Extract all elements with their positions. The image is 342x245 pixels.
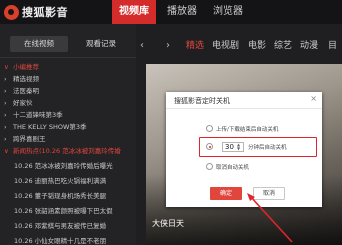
minutes-input[interactable]: 30 — [222, 142, 244, 152]
spinner-arrows-icon[interactable]: ▲ ▼ — [237, 143, 240, 151]
chevron-right-icon: › — [4, 75, 7, 83]
radio-cancel-shutdown[interactable] — [206, 163, 213, 170]
tree-label: 10.26 范冰冰被刘嘉玲传婚后曝光 — [14, 162, 113, 170]
tab-anime[interactable]: 动漫 — [300, 38, 318, 51]
tree-group-editor-picks[interactable]: ∨ 小编推荐 — [4, 61, 132, 73]
tab-video-library[interactable]: 视频库 — [112, 0, 156, 24]
tab-featured[interactable]: 精选 — [186, 38, 204, 51]
top-bar: 搜狐影音 视频库 播放器 浏览器 — [0, 0, 342, 24]
radio-after-transfer[interactable] — [206, 125, 213, 132]
tree-item[interactable]: › 法医秦明 — [4, 85, 132, 97]
tab-tv-series[interactable]: 电视剧 — [212, 38, 239, 51]
ok-button[interactable]: 确定 — [210, 187, 242, 200]
sidebar: 在线视频 观看记录 ∨ 小编推荐 › 精选视频 › 法医秦明 › 好家伙 › 十二道锋味第… — [0, 24, 136, 245]
sidebar-divider — [0, 57, 136, 58]
sohu-logo-icon — [4, 5, 19, 20]
dialog-title: 搜狐影音定时关机 — [174, 97, 230, 105]
tree-label: THE KELLY SHOW第3季 — [13, 123, 87, 131]
chevron-right-icon: › — [4, 111, 7, 119]
tree-label: 10.26 张韶涵素颜照被曝下巴太假 — [14, 207, 113, 215]
tree-item[interactable]: 10.26 小仙女眼精十几是不老朋 — [14, 235, 142, 245]
tab-browser[interactable]: 浏览器 — [206, 0, 250, 24]
tree-item[interactable]: 10.26 范冰冰被刘嘉玲传婚后曝光 — [14, 160, 142, 172]
option-cancel-shutdown-label: 取消自动关机 — [216, 165, 250, 171]
dialog-divider — [166, 108, 322, 109]
option-after-minutes-label: 分钟后自动关机 — [248, 145, 287, 151]
tree-label: 十二道锋味第3季 — [13, 111, 63, 119]
tree-label: 10.26 迪丽热巴吃火锅福利满满 — [14, 177, 107, 185]
tree-label: 10.26 董子韬现身机场秀长美腿 — [14, 192, 107, 200]
back-icon[interactable]: ‹ — [140, 40, 144, 51]
chevron-right-icon: › — [4, 135, 7, 143]
tab-movies[interactable]: 电影 — [248, 38, 266, 51]
app-title: 搜狐影音 — [22, 6, 68, 19]
tree-item[interactable]: 10.26 迪丽热巴吃火锅福利满满 — [14, 175, 142, 187]
banner-caption: 大侠日天 — [152, 219, 184, 228]
tree-group-news[interactable]: ∨ 新闻热点(10.26 范冰冰被刘嘉玲传婚 — [4, 145, 132, 157]
cancel-button[interactable]: 取消 — [253, 187, 285, 200]
chevron-right-icon: › — [4, 99, 7, 107]
tree-label: 小编推荐 — [13, 63, 39, 71]
shutdown-timer-dialog: 搜狐影音定时关机 × 上传/下载结束后自动关机 30 ▲ ▼ 分钟后自动关机 取消… — [166, 92, 322, 207]
tree-item[interactable]: 10.26 董子韬现身机场秀长美腿 — [14, 190, 142, 202]
tree-item[interactable]: 10.26 邓紫棋与男友被传已复婚 — [14, 220, 142, 232]
tab-player[interactable]: 播放器 — [160, 0, 204, 24]
tree-label: 跨界喜剧王 — [13, 135, 46, 143]
chevron-down-icon: ∨ — [4, 63, 9, 71]
tab-variety[interactable]: 综艺 — [274, 38, 292, 51]
close-icon[interactable]: × — [310, 94, 317, 103]
tree-label: 10.26 小仙女眼精十几是不老朋 — [14, 237, 107, 245]
tree-label: 法医秦明 — [13, 87, 39, 95]
tree-label: 好家伙 — [13, 99, 33, 107]
tree-item[interactable]: › 十二道锋味第3季 — [4, 109, 132, 121]
tree-item[interactable]: › 跨界喜剧王 — [4, 133, 132, 145]
tree-label: 新闻热点(10.26 范冰冰被刘嘉玲传婚 — [13, 147, 121, 155]
tab-more[interactable]: 目 — [328, 38, 337, 51]
radio-after-minutes[interactable] — [206, 143, 213, 150]
tree-item[interactable]: › 好家伙 — [4, 97, 132, 109]
online-video-button[interactable]: 在线视频 — [10, 36, 68, 52]
option-after-transfer-label: 上传/下载结束后自动关机 — [216, 127, 279, 133]
chevron-down-icon: ∨ — [4, 147, 9, 155]
forward-icon[interactable]: › — [166, 40, 170, 51]
tree-label: 精选视频 — [13, 75, 39, 83]
tree-item[interactable]: › 精选视频 — [4, 73, 132, 85]
watch-history-button[interactable]: 观看记录 — [72, 36, 130, 52]
tree-label: 10.26 邓紫棋与男友被传已复婚 — [14, 222, 107, 230]
chevron-right-icon: › — [4, 123, 7, 131]
tree-item[interactable]: 10.26 张韶涵素颜照被曝下巴太假 — [14, 205, 142, 217]
tree-item[interactable]: › THE KELLY SHOW第3季 — [4, 121, 132, 133]
chevron-right-icon: › — [4, 87, 7, 95]
